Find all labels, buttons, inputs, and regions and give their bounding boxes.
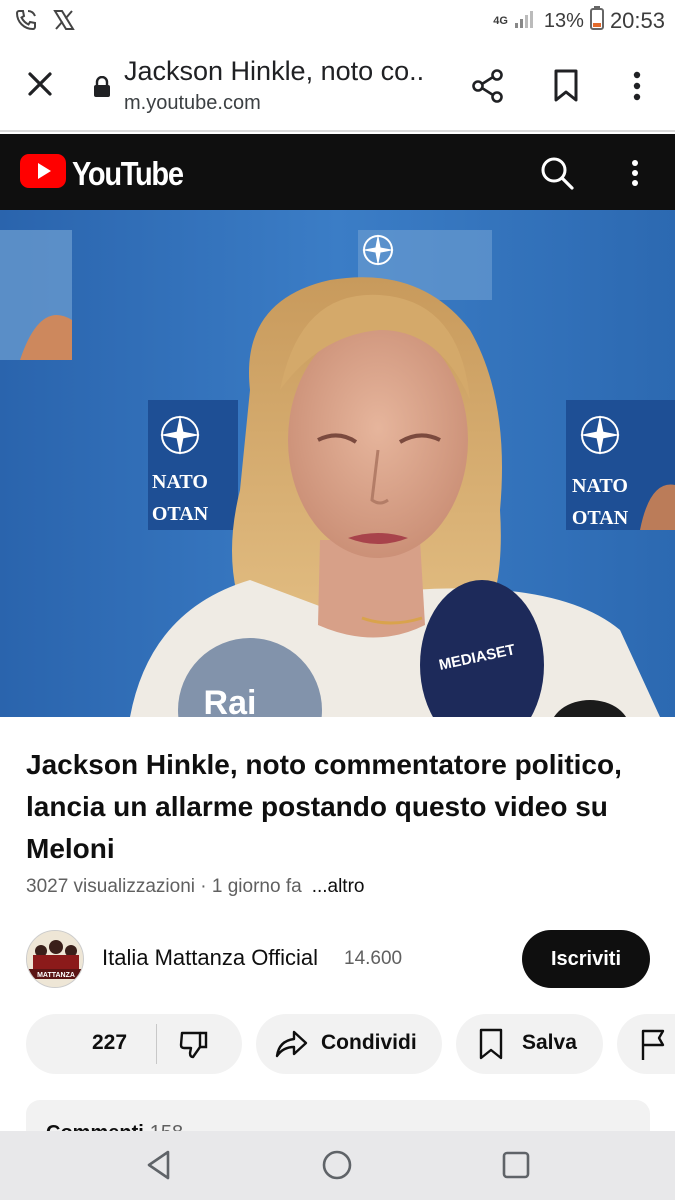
otan-sign-left: OTAN (152, 503, 209, 525)
browser-toolbar: Jackson Hinkle, noto co... m.youtube.com (0, 40, 675, 132)
system-nav-bar (0, 1131, 675, 1200)
x-app-icon (52, 8, 76, 37)
network-type-icon: 4G (493, 14, 508, 27)
more-link[interactable]: ...altro (312, 876, 365, 897)
divider (156, 1024, 157, 1064)
nato-sign-left: NATO (152, 471, 208, 493)
share-label: Condividi (321, 1031, 417, 1054)
flag-icon (639, 1028, 669, 1062)
youtube-play-icon (20, 154, 66, 193)
subscribe-button[interactable]: Iscriviti (522, 930, 650, 988)
rai-mic-label: Rai (204, 684, 257, 717)
youtube-logo[interactable]: YouTube (20, 154, 198, 193)
report-button[interactable] (617, 1014, 675, 1074)
battery-percent: 13% (543, 9, 584, 32)
more-vert-icon[interactable] (620, 154, 650, 192)
dislike-icon[interactable] (178, 1029, 210, 1061)
page-title: Jackson Hinkle, noto co... (124, 56, 424, 86)
save-button[interactable]: Salva (456, 1014, 603, 1074)
save-label: Salva (522, 1031, 577, 1054)
view-count: 3027 visualizzazioni (26, 876, 195, 897)
avatar-text: MATTANZA (37, 972, 75, 979)
signal-icon (514, 7, 538, 35)
wifi-call-icon (14, 8, 38, 37)
subscriber-count: 14.600 (344, 948, 403, 969)
search-icon[interactable] (538, 154, 576, 192)
video-frame: NATO OTAN NATO OTAN Rai MEDIASET (0, 210, 675, 717)
action-bar: 227 Condividi Salva (26, 1014, 675, 1074)
lock-icon (92, 75, 112, 98)
battery-icon (589, 6, 604, 36)
share-icon[interactable] (470, 68, 506, 104)
share-arrow-icon (274, 1029, 308, 1059)
home-icon[interactable] (320, 1148, 354, 1182)
video-title[interactable]: Jackson Hinkle, noto commentatore politi… (26, 744, 656, 870)
share-button[interactable]: Condividi (256, 1014, 442, 1074)
youtube-header: YouTube (0, 134, 675, 210)
like-button[interactable]: 227 (92, 1031, 127, 1055)
channel-avatar[interactable]: MATTANZA (26, 930, 84, 988)
upload-age: 1 giorno fa (211, 876, 302, 897)
video-meta[interactable]: 3027 visualizzazioni · 1 giorno fa ...alt… (26, 876, 365, 898)
more-vert-icon[interactable] (622, 68, 652, 104)
bookmark-icon[interactable] (552, 68, 580, 104)
youtube-logo-text: YouTube (72, 154, 184, 192)
meta-separator: · (195, 876, 212, 897)
page-domain: m.youtube.com (124, 92, 261, 114)
channel-row: MATTANZA Italia Mattanza Official 14.600… (26, 930, 656, 988)
otan-sign-right: OTAN (572, 507, 629, 529)
back-icon[interactable] (144, 1149, 174, 1181)
channel-name[interactable]: Italia Mattanza Official (102, 945, 318, 971)
clock: 20:53 (609, 8, 665, 33)
save-bookmark-icon (478, 1027, 504, 1061)
close-icon[interactable] (22, 66, 58, 102)
nato-sign-right: NATO (572, 475, 628, 497)
video-player[interactable]: NATO OTAN NATO OTAN Rai MEDIASET (0, 210, 675, 717)
like-dislike-pill: 227 (26, 1014, 242, 1074)
status-bar: 4G 13% 20:53 (0, 0, 675, 40)
recents-icon[interactable] (500, 1149, 532, 1181)
